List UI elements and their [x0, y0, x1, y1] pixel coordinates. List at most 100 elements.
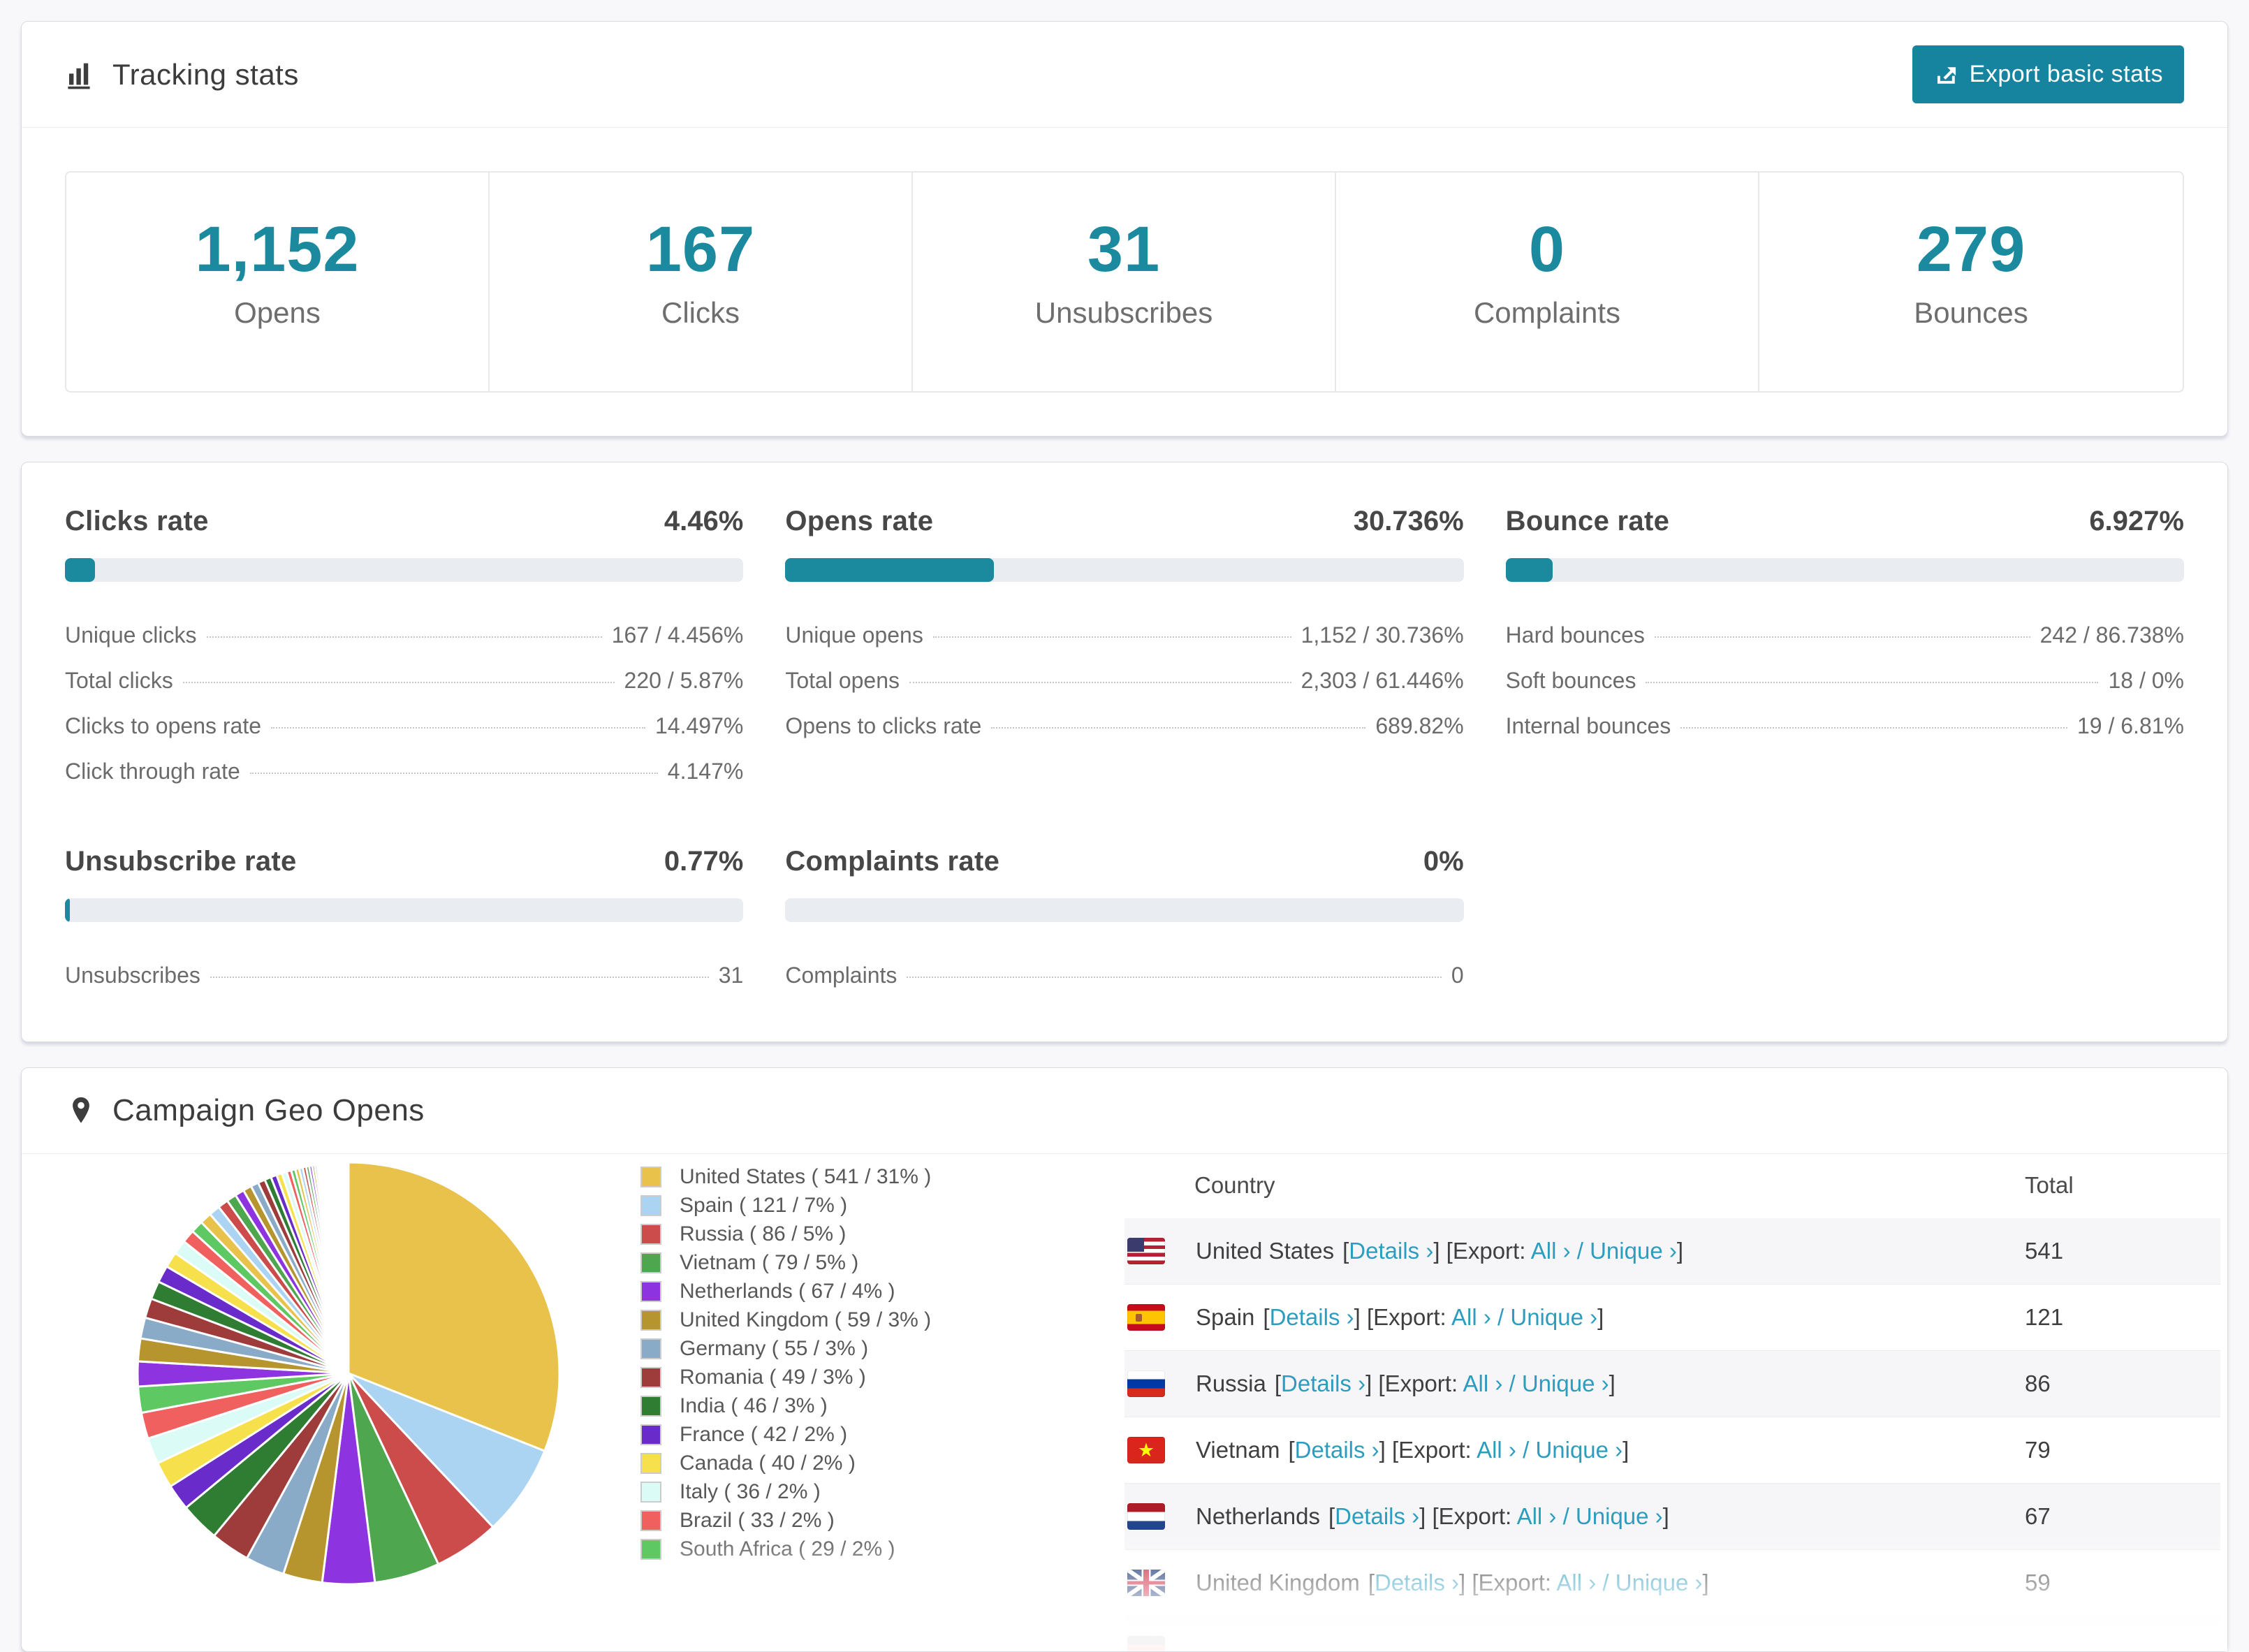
stat-value: 167 [645, 214, 756, 285]
details-link[interactable]: Details › [1281, 1370, 1365, 1396]
legend-item: Netherlands ( 67 / 4% ) [640, 1277, 1021, 1306]
rate-row-label: Click through rate [65, 759, 240, 784]
export-all-link[interactable]: All › [1451, 1304, 1491, 1330]
country-flag-icon [1127, 1370, 1165, 1397]
legend-item: India ( 46 / 3% ) [640, 1391, 1021, 1420]
rate-row-label: Clicks to opens rate [65, 713, 262, 738]
legend-swatch [640, 1538, 661, 1560]
bracket-text: [ [1368, 1570, 1375, 1595]
details-link[interactable]: Details › [1295, 1437, 1379, 1463]
rate-rows: Unsubscribes 31 [65, 953, 743, 998]
rate-row: Clicks to opens rate 14.497% [65, 703, 743, 749]
geo-table-body: United States [Details ›] [Export: All › … [1124, 1218, 2220, 1651]
bracket-text: ] [1622, 1437, 1629, 1463]
slash-text: / [1490, 1304, 1511, 1330]
details-link[interactable]: Details › [1375, 1570, 1459, 1595]
row-links: [Details ›] [Export: All › / Unique ›] [1263, 1304, 1604, 1330]
legend-label: India ( 46 / 3% ) [680, 1394, 828, 1417]
country-flag-icon [1127, 1636, 1165, 1651]
export-all-link[interactable]: All › [1517, 1503, 1557, 1529]
legend-label: South Africa ( 29 / 2% ) [680, 1537, 895, 1560]
country-total: 86 [2025, 1370, 2051, 1396]
unsubscribe-rate-section: Unsubscribe rate 0.77% Unsubscribes 31 [65, 846, 744, 998]
country-total: 541 [2025, 1238, 2064, 1264]
details-link[interactable]: Details › [1270, 1304, 1354, 1330]
legend-label: Canada ( 40 / 2% ) [680, 1451, 856, 1475]
export-unique-link[interactable]: Unique › [1616, 1570, 1703, 1595]
rate-row-label: Total opens [785, 668, 900, 693]
country-name: Russia [1196, 1370, 1266, 1396]
bracket-text: ] [Export: [1459, 1570, 1557, 1595]
legend-swatch [640, 1252, 661, 1273]
dotted-leader [932, 636, 1291, 638]
bracket-text: ] [1676, 1238, 1683, 1264]
rate-rows: Unique opens 1,152 / 30.736% Total opens… [785, 613, 1463, 749]
legend-item: France ( 42 / 2% ) [640, 1420, 1021, 1449]
geo-pie-chart [136, 1161, 561, 1586]
legend-item: Brazil ( 33 / 2% ) [640, 1506, 1021, 1535]
map-pin-icon [65, 1095, 97, 1127]
rate-value: 0.77% [664, 846, 744, 877]
rate-value: 6.927% [2089, 506, 2184, 536]
progress-track [1505, 558, 2184, 582]
legend-label: Romania ( 49 / 3% ) [680, 1365, 866, 1389]
opens-rate-section: Opens rate 30.736% Unique opens 1,152 / … [785, 506, 1464, 794]
details-link[interactable]: Details › [1335, 1503, 1419, 1529]
rate-title: Clicks rate [65, 506, 209, 536]
export-unique-link[interactable]: Unique › [1576, 1503, 1663, 1529]
country-name: Vietnam [1196, 1437, 1280, 1463]
export-basic-stats-button[interactable]: Export basic stats [1912, 45, 2184, 103]
rate-title: Complaints rate [785, 846, 1000, 877]
country-cell: Russia [Details ›] [Export: All › / Uniqu… [1196, 1370, 2025, 1397]
export-unique-link[interactable]: Unique › [1535, 1437, 1622, 1463]
rate-row-value: 31 [718, 963, 744, 988]
legend-label: United States ( 541 / 31% ) [680, 1164, 932, 1188]
dotted-leader [907, 977, 1442, 978]
export-all-link[interactable]: All › [1531, 1238, 1571, 1264]
row-links: [Details ›] [Export: All › / Unique ›] [1275, 1370, 1616, 1396]
bracket-text: ] [Export: [1419, 1503, 1517, 1529]
export-unique-link[interactable]: Unique › [1590, 1238, 1677, 1264]
rate-row-value: 167 / 4.456% [611, 622, 744, 648]
country-cell: United Kingdom [Details ›] [Export: All ›… [1196, 1570, 2025, 1596]
table-row: Vietnam [Details ›] [Export: All › / Uniq… [1124, 1417, 2220, 1483]
rate-row-value: 19 / 6.81% [2076, 713, 2184, 738]
tracking-stats-card: Tracking stats Export basic stats 1,152 … [21, 21, 2228, 437]
rate-head: Opens rate 30.736% [785, 506, 1463, 537]
rate-title: Opens rate [785, 506, 934, 536]
export-unique-link[interactable]: Unique › [1510, 1304, 1597, 1330]
table-row: Russia [Details ›] [Export: All › / Uniqu… [1124, 1350, 2220, 1417]
rate-row: Internal bounces 19 / 6.81% [1506, 703, 2184, 749]
geo-title: Campaign Geo Opens [112, 1093, 425, 1127]
export-all-link[interactable]: All › [1463, 1370, 1502, 1396]
export-all-link[interactable]: All › [1477, 1437, 1516, 1463]
stat-label: Clicks [661, 296, 740, 329]
geo-pie-wrap [132, 1157, 565, 1593]
dotted-leader [249, 773, 658, 774]
legend-item: Russia ( 86 / 5% ) [640, 1220, 1021, 1248]
rate-head: Unsubscribe rate 0.77% [65, 846, 743, 877]
rate-row: Unsubscribes 31 [65, 953, 743, 998]
slash-text: / [1556, 1503, 1576, 1529]
geo-table: Country Total United States [Details ›] [… [1124, 1154, 2220, 1651]
country-cell: Spain [Details ›] [Export: All › / Unique… [1196, 1304, 2025, 1331]
country-flag-icon [1127, 1238, 1165, 1264]
stat-label: Unsubscribes [1034, 296, 1213, 329]
legend-swatch [640, 1223, 661, 1245]
legend-label: United Kingdom ( 59 / 3% ) [680, 1308, 932, 1331]
progress-fill [65, 898, 71, 922]
country-flag-icon [1127, 1304, 1165, 1331]
rate-row: Soft bounces 18 / 0% [1506, 658, 2184, 703]
legend-label: Italy ( 36 / 2% ) [680, 1479, 821, 1503]
export-all-link[interactable]: All › [1556, 1570, 1596, 1595]
details-link[interactable]: Details › [1349, 1238, 1433, 1264]
rate-head: Bounce rate 6.927% [1506, 506, 2184, 537]
legend-label: Vietnam ( 79 / 5% ) [680, 1250, 859, 1274]
legend-swatch [640, 1481, 661, 1503]
summary-stat: 31 Unsubscribes [913, 173, 1336, 391]
rate-row: Complaints 0 [785, 953, 1463, 998]
export-unique-link[interactable]: Unique › [1522, 1370, 1609, 1396]
rate-row: Total clicks 220 / 5.87% [65, 658, 743, 703]
legend-item: Spain ( 121 / 7% ) [640, 1191, 1021, 1220]
rate-row-value: 14.497% [655, 713, 744, 738]
